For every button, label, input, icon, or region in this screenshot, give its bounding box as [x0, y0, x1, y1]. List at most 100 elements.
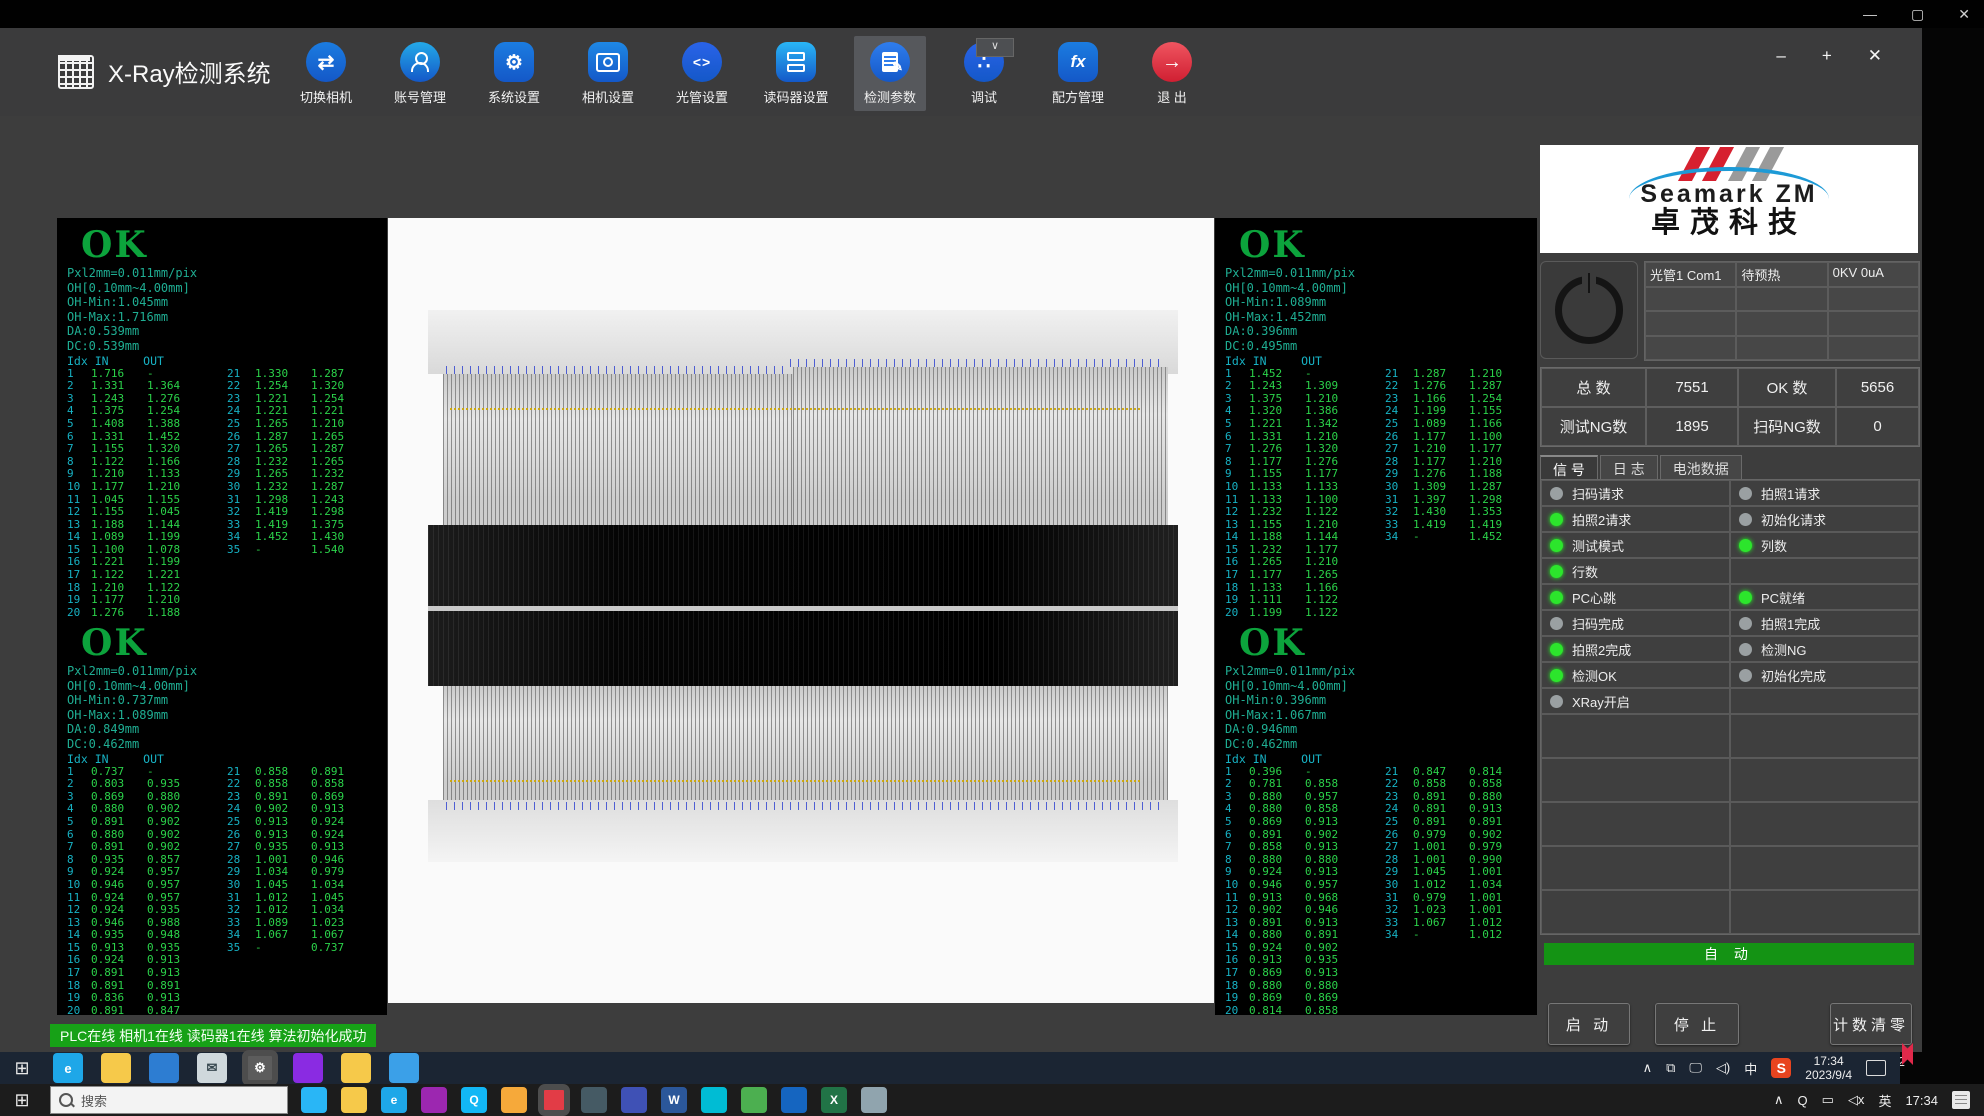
signal-indicator-off	[1739, 617, 1752, 630]
volume-icon[interactable]: ◁)	[1716, 1060, 1730, 1076]
notes-app-icon[interactable]	[621, 1087, 647, 1113]
desktop-title-bar: — ▢ ✕	[0, 0, 1984, 28]
measurement-info-line: DA:0.946mm	[1225, 722, 1537, 737]
signal-label: PC心跳	[1572, 588, 1616, 607]
sticky-notes-icon[interactable]	[1952, 1091, 1970, 1109]
start-button[interactable]: 启 动	[1548, 1003, 1630, 1045]
measurement-info-line: OH-Min:1.089mm	[1225, 295, 1537, 310]
measurement-row: 220.8580.858	[1385, 778, 1525, 791]
signal-label: 测试模式	[1572, 536, 1624, 555]
left-measurement-panel: OKPxl2mm=0.011mm/pixOH[0.10mm~4.00mm]OH-…	[57, 218, 387, 1015]
folder2-icon[interactable]	[341, 1053, 371, 1083]
measurement-row: 271.2101.177	[1385, 443, 1525, 456]
settings-gear-icon[interactable]: ⚙	[245, 1053, 275, 1083]
signal-cell	[1730, 688, 1919, 714]
display-icon[interactable]: 🖵	[1689, 1060, 1702, 1076]
toolbar-item-10[interactable]: →退 出	[1136, 36, 1208, 111]
window-app-icon[interactable]	[389, 1053, 419, 1083]
remote-clock[interactable]: 17:342023/9/4	[1805, 1054, 1852, 1082]
app-close-button[interactable]: ✕	[1868, 46, 1882, 66]
toolbar: ⇄切换相机账号管理⚙系统设置相机设置<>光管设置读码器设置检测参数∴调试fx配方…	[290, 36, 1208, 111]
measurement-row: 21.2431.309	[1225, 380, 1385, 393]
tube-status-cell	[1736, 287, 1827, 312]
excel-icon[interactable]: X	[821, 1087, 847, 1113]
signal-label: XRay开启	[1572, 692, 1630, 711]
toolbar-item-4[interactable]: 相机设置	[572, 36, 644, 111]
qq-tray-icon[interactable]: Q	[1798, 1093, 1808, 1108]
measurement-row: 35-1.540	[227, 544, 367, 557]
tray-chevron-icon[interactable]: ∧	[1643, 1060, 1653, 1076]
wechat-icon[interactable]	[741, 1087, 767, 1113]
signal-label: 拍照1完成	[1761, 614, 1820, 633]
count-reset-button[interactable]: 计数清零	[1830, 1003, 1912, 1045]
measurement-info-line: DA:0.849mm	[67, 722, 387, 737]
toolbar-dropdown-chevron[interactable]: ∨	[976, 38, 1014, 57]
app-maximize-button[interactable]: +	[1822, 46, 1832, 66]
outlook-icon[interactable]	[781, 1087, 807, 1113]
taskbar-search-input[interactable]: 搜索	[50, 1086, 288, 1114]
toolbar-item-1[interactable]: ⇄切换相机	[290, 36, 362, 111]
camera-app-icon[interactable]	[581, 1087, 607, 1113]
measurement-row: 321.4191.298	[227, 506, 367, 519]
toolbar-item-9[interactable]: fx配方管理	[1042, 36, 1114, 111]
edge-icon[interactable]: e	[381, 1087, 407, 1113]
app-minimize-button[interactable]: –	[1776, 46, 1785, 66]
toolbar-item-5[interactable]: <>光管设置	[666, 36, 738, 111]
tube-status-cell	[1645, 311, 1736, 336]
battery-icon[interactable]: ▭	[1822, 1092, 1834, 1108]
yellow-guide-top	[450, 408, 1140, 410]
measurement-info-line: Pxl2mm=0.011mm/pix	[67, 266, 387, 281]
measurement-row: 210.8470.814	[1385, 766, 1525, 779]
measurement-row: 331.4191.375	[227, 519, 367, 532]
stop-button[interactable]: 停 止	[1655, 1003, 1739, 1045]
browser-icon[interactable]	[701, 1087, 727, 1113]
tray-chevron-icon[interactable]: ∧	[1774, 1092, 1784, 1108]
measurement-row: 121.1551.045	[67, 506, 227, 519]
electrode-fingers-top-right	[793, 367, 1168, 525]
measurement-row: 50.8910.902	[67, 816, 227, 829]
visual-app-icon[interactable]	[293, 1053, 323, 1083]
explorer-icon[interactable]	[861, 1087, 887, 1113]
measurement-header: Idx IN OUT	[1225, 354, 1385, 368]
desktop-maximize-button[interactable]: ▢	[1911, 6, 1924, 23]
local-start-button[interactable]: ⊞	[0, 1084, 44, 1116]
mail-icon[interactable]: ✉	[197, 1053, 227, 1083]
action-center-icon[interactable]	[1866, 1060, 1886, 1076]
app-teal-icon[interactable]	[301, 1087, 327, 1113]
signal-indicator-on	[1739, 591, 1752, 604]
xray-app-icon[interactable]	[541, 1087, 567, 1113]
signal-cell: 列数	[1730, 532, 1919, 558]
sogou-icon[interactable]: S	[1771, 1058, 1791, 1078]
remote-session-icon[interactable]: ⧉	[1666, 1060, 1675, 1076]
toolbar-item-2[interactable]: 账号管理	[384, 36, 456, 111]
measurement-row: 141.0891.199	[67, 531, 227, 544]
folder-orange-icon[interactable]	[501, 1087, 527, 1113]
desktop-minimize-button[interactable]: —	[1863, 6, 1877, 22]
word-icon[interactable]: W	[661, 1087, 687, 1113]
remote-start-button[interactable]: ⊞	[0, 1052, 44, 1084]
toolbar-item-7[interactable]: 检测参数	[854, 36, 926, 111]
tube-status-cell	[1736, 311, 1827, 336]
measurement-row: 241.1991.155	[1385, 405, 1525, 418]
measurement-row: 141.1881.144	[1225, 531, 1385, 544]
measurement-row: 20.7810.858	[1225, 778, 1385, 791]
qq-icon[interactable]: Q	[461, 1087, 487, 1113]
xray-power-button[interactable]	[1540, 261, 1638, 359]
ime-indicator[interactable]: 中	[1744, 1059, 1757, 1078]
ime-indicator[interactable]: 英	[1878, 1091, 1891, 1110]
edge-icon[interactable]: e	[53, 1053, 83, 1083]
desktop-close-button[interactable]: ✕	[1958, 6, 1970, 23]
result-label: OK	[67, 224, 387, 266]
volume-muted-icon[interactable]: ◁x	[1848, 1092, 1865, 1108]
app-blue-icon[interactable]	[149, 1053, 179, 1083]
folder-icon[interactable]	[341, 1087, 367, 1113]
signal-cell: 拍照2请求	[1541, 506, 1730, 532]
toolbar-item-6[interactable]: 读码器设置	[760, 36, 832, 111]
measurement-row: 281.0010.946	[227, 854, 367, 867]
folder-icon[interactable]	[101, 1053, 131, 1083]
toolbar-item-3[interactable]: ⚙系统设置	[478, 36, 550, 111]
local-clock[interactable]: 17:34	[1905, 1093, 1938, 1108]
media-icon[interactable]	[421, 1087, 447, 1113]
app-title-text: X-Ray检测系统	[108, 54, 271, 89]
measurement-row: 34-1.452	[1385, 531, 1525, 544]
